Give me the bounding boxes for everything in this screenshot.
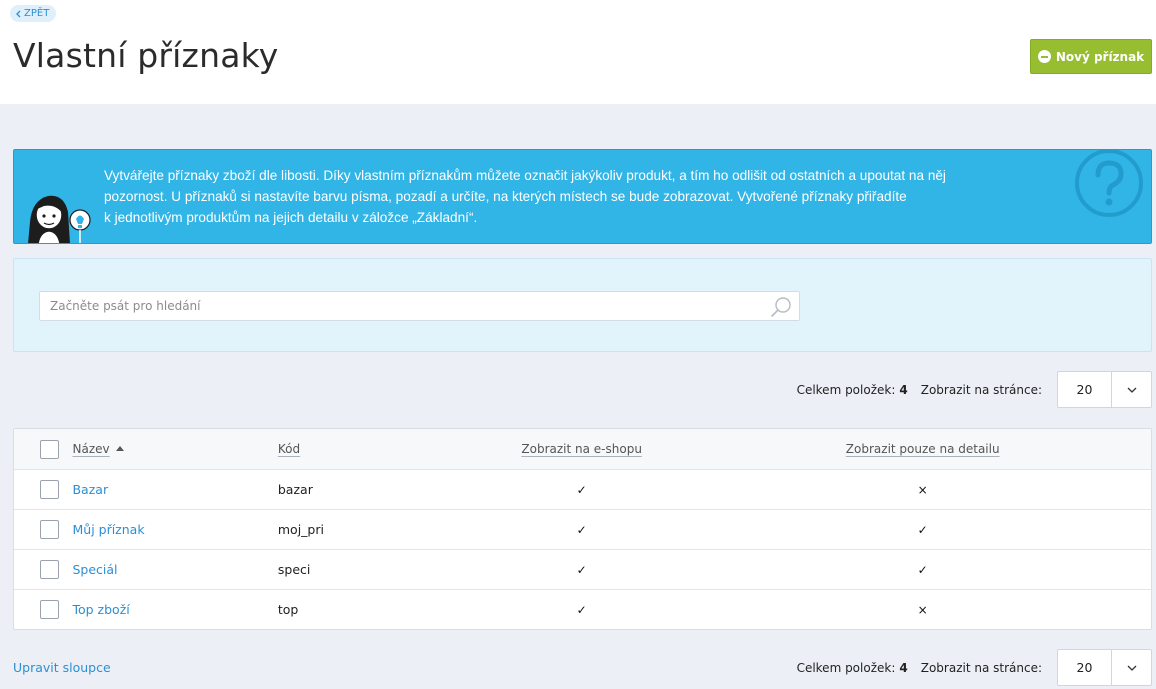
table-row: Speciál speci ✓ ✓ — [14, 549, 1151, 589]
row-select-cell — [14, 480, 72, 499]
minus-circle-icon — [1037, 50, 1051, 63]
row-checkbox[interactable] — [40, 520, 59, 539]
per-page-label: Zobrazit na stránce: — [920, 660, 1042, 675]
per-page-value: 20 — [1058, 650, 1112, 685]
page-header: ZPĚT Vlastní příznaky Nový příznak — [0, 0, 1156, 104]
chevron-left-icon — [16, 10, 21, 17]
info-banner-line: k jednotlivým produktům na jejich detail… — [104, 210, 478, 225]
row-checkbox[interactable] — [40, 480, 59, 499]
show-eshop-mark: ✓ — [576, 522, 587, 537]
total-items-count: 4 — [899, 660, 908, 675]
show-eshop-mark: ✓ — [576, 562, 587, 577]
per-page-select[interactable]: 20 — [1057, 371, 1152, 408]
info-banner-line: pozornost. U příznaků si nastavíte barvu… — [104, 189, 907, 204]
flag-code: speci — [277, 562, 311, 577]
column-header-show-eshop-label: Zobrazit na e-shopu — [521, 442, 642, 456]
column-header-detail-only[interactable]: Zobrazit pouze na detailu — [694, 442, 1151, 456]
flag-code: moj_pri — [277, 522, 324, 537]
column-header-detail-only-label: Zobrazit pouze na detailu — [845, 442, 1000, 456]
per-page-value: 20 — [1058, 372, 1112, 407]
info-banner-text: Vytvářejte příznaky zboží dle libosti. D… — [104, 165, 1044, 228]
per-page-select[interactable]: 20 — [1057, 649, 1152, 686]
flag-name-link[interactable]: Top zboží — [72, 602, 129, 617]
show-eshop-mark: ✓ — [576, 602, 587, 617]
select-all-cell — [14, 439, 72, 459]
table-row: Top zboží top ✓ × — [14, 589, 1151, 629]
sort-asc-icon — [115, 446, 124, 451]
row-select-cell — [14, 600, 72, 619]
column-header-show-eshop[interactable]: Zobrazit na e-shopu — [469, 442, 694, 456]
page-title: Vlastní příznaky — [13, 36, 279, 75]
total-items-label: Celkem položek: — [796, 660, 896, 675]
detail-only-mark: × — [917, 482, 928, 497]
table-row: Můj příznak moj_pri ✓ ✓ — [14, 509, 1151, 549]
select-all-checkbox[interactable] — [40, 439, 59, 459]
back-link-label: ZPĚT — [24, 8, 50, 19]
detail-only-mark: ✓ — [917, 562, 928, 577]
table-row: Bazar bazar ✓ × — [14, 469, 1151, 509]
flags-table: Název Kód Zobrazit na e-shopu Zobrazit p… — [13, 428, 1152, 630]
flag-name-link[interactable]: Můj příznak — [72, 522, 144, 537]
row-checkbox[interactable] — [40, 560, 59, 579]
search-panel — [13, 258, 1152, 352]
row-select-cell — [14, 560, 72, 579]
chevron-down-icon — [1127, 387, 1136, 393]
row-checkbox[interactable] — [40, 600, 59, 619]
back-link[interactable]: ZPĚT — [10, 5, 57, 22]
column-header-code-label: Kód — [277, 442, 301, 456]
dropdown-toggle[interactable] — [1112, 650, 1151, 685]
info-banner: Vytvářejte příznaky zboží dle libosti. D… — [13, 149, 1152, 244]
table-header-row: Název Kód Zobrazit na e-shopu Zobrazit p… — [14, 429, 1151, 469]
edit-columns-link[interactable]: Upravit sloupce — [13, 660, 111, 675]
info-banner-line: Vytvářejte příznaky zboží dle libosti. D… — [104, 168, 946, 183]
flag-code: top — [277, 602, 299, 617]
search-box — [39, 291, 800, 321]
flag-code: bazar — [277, 482, 313, 497]
search-icon[interactable] — [770, 296, 792, 318]
question-circle-icon — [1075, 150, 1143, 217]
row-select-cell — [14, 520, 72, 539]
detail-only-mark: × — [917, 602, 928, 617]
flag-name-link[interactable]: Speciál — [72, 562, 117, 577]
new-flag-button[interactable]: Nový příznak — [1030, 39, 1152, 74]
dropdown-toggle[interactable] — [1112, 372, 1151, 407]
pager-top: Celkem položek: 4 Zobrazit na stránce: 2… — [797, 371, 1152, 408]
column-header-code[interactable]: Kód — [278, 442, 469, 456]
show-eshop-mark: ✓ — [576, 482, 587, 497]
search-input[interactable] — [40, 292, 740, 320]
total-items-label: Celkem položek: — [796, 382, 896, 397]
detail-only-mark: ✓ — [917, 522, 928, 537]
column-header-name-label: Název — [72, 442, 110, 456]
chevron-down-icon — [1127, 665, 1136, 671]
column-header-name[interactable]: Název — [72, 442, 277, 456]
per-page-label: Zobrazit na stránce: — [920, 382, 1042, 397]
girl-lightbulb-icon — [28, 195, 91, 243]
pager-bottom: Celkem položek: 4 Zobrazit na stránce: 2… — [797, 649, 1152, 686]
new-flag-button-label: Nový příznak — [1055, 49, 1145, 64]
flag-name-link[interactable]: Bazar — [72, 482, 108, 497]
total-items-count: 4 — [899, 382, 908, 397]
